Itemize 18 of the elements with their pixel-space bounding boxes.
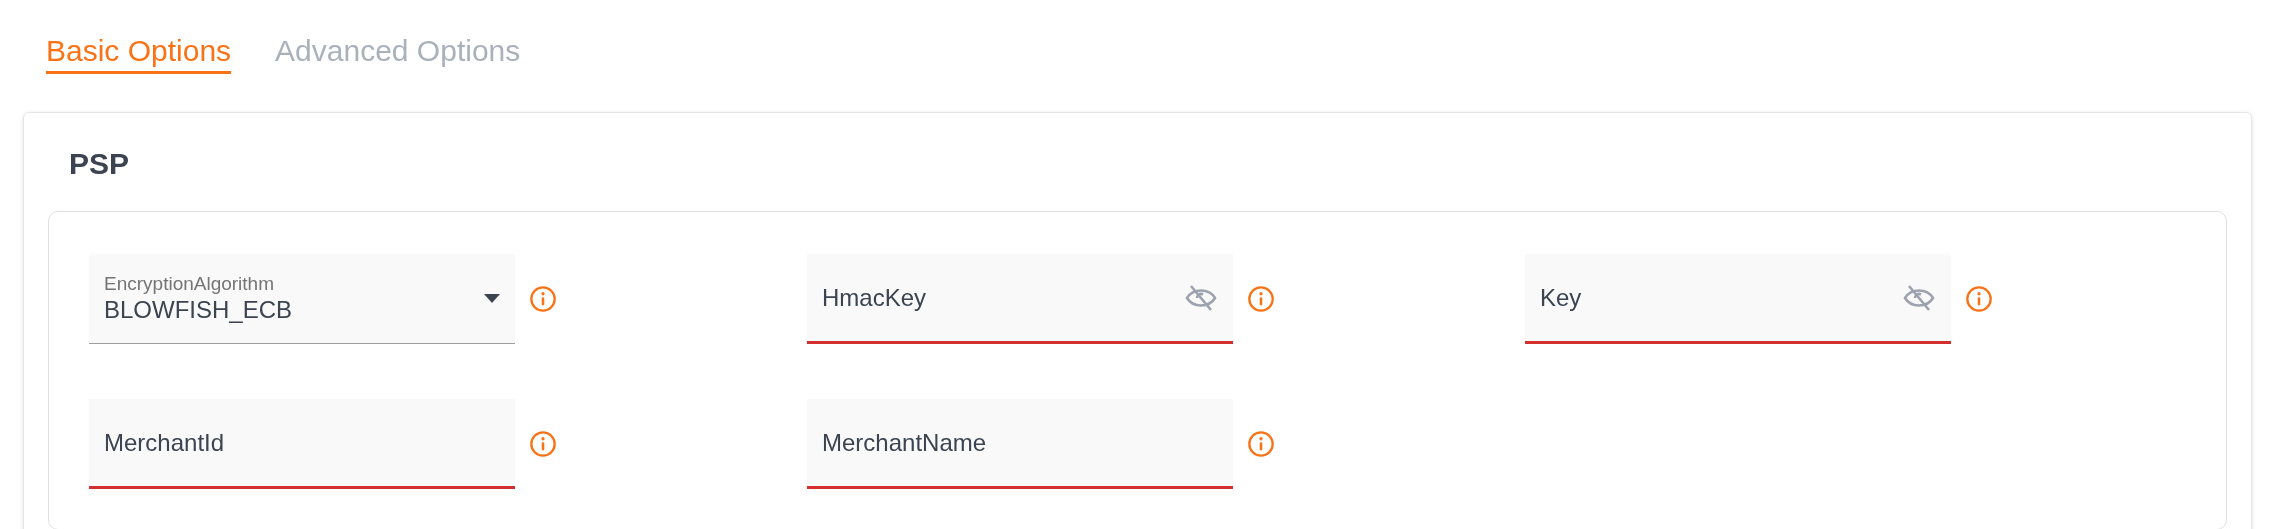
field-placeholder: MerchantName (822, 427, 988, 458)
section-title: PSP (69, 149, 131, 182)
info-icon[interactable] (1247, 285, 1275, 313)
dropdown-caret-icon (484, 294, 500, 303)
field-placeholder: MerchantId (104, 427, 226, 458)
field-placeholder: HmacKey (822, 282, 928, 313)
field-placeholder: Key (1540, 282, 1583, 313)
input-field[interactable]: HmacKey (807, 254, 1233, 344)
input-field[interactable]: MerchantName (807, 399, 1233, 489)
input-field[interactable]: MerchantId (89, 399, 515, 489)
field-value: BLOWFISH_ECB (104, 295, 294, 326)
info-icon[interactable] (529, 285, 557, 313)
field-label: EncryptionAlgorithm (104, 271, 276, 296)
info-icon[interactable] (529, 430, 557, 458)
input-field[interactable]: Key (1525, 254, 1951, 344)
info-icon[interactable] (1247, 430, 1275, 458)
select-field[interactable]: EncryptionAlgorithm BLOWFISH_ECB (89, 254, 515, 344)
info-icon[interactable] (1965, 285, 1993, 313)
